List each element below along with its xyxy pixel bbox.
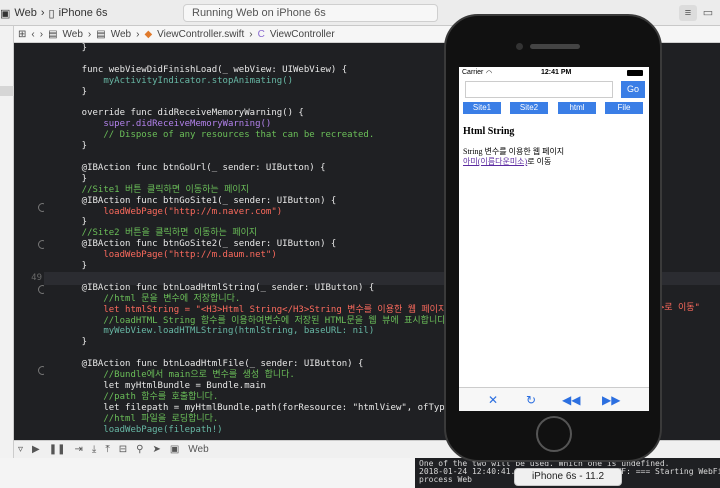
web-link[interactable]: 아미(이름다운미소)	[463, 157, 527, 166]
pause-icon[interactable]: ❚❚	[49, 444, 66, 455]
code-line: @IBAction func btnGoUrl(_ sender: UIButt…	[60, 162, 326, 173]
status-bar: Carrier ◠ 12:41 PM	[459, 67, 649, 79]
scheme-device: iPhone 6s	[58, 7, 108, 19]
chevron-right-icon: ›	[40, 7, 45, 19]
line-number: 49	[31, 273, 42, 283]
battery-icon	[627, 70, 643, 76]
swift-file-icon: ◆	[144, 28, 153, 40]
simulator-screen[interactable]: Carrier ◠ 12:41 PM Go Site1 Site2 html F…	[459, 67, 649, 411]
step-out-icon[interactable]: ⤒	[105, 444, 109, 455]
code-line: }	[60, 337, 88, 348]
site2-button[interactable]: Site2	[510, 102, 548, 114]
web-heading: Html String	[463, 126, 515, 137]
view-hierarchy-icon[interactable]: ⊟	[119, 444, 127, 455]
go-button[interactable]: Go	[621, 81, 645, 98]
chevron-icon: ›	[136, 28, 140, 40]
navigator-toggle-button[interactable]: ▭	[699, 5, 717, 21]
simulator-title: iPhone 6s - 11.2	[514, 468, 622, 486]
code-line: }	[60, 86, 88, 97]
forward-icon[interactable]: ›	[40, 29, 43, 40]
activity-status: Running Web on iPhone 6s	[183, 4, 438, 22]
speaker-grille	[530, 44, 580, 49]
clock-label: 12:41 PM	[541, 69, 572, 76]
url-input[interactable]	[465, 81, 613, 98]
web-toolbar: ✕ ↻ ◀◀ ▶▶	[459, 387, 649, 411]
code-line: }	[60, 261, 88, 271]
file-button[interactable]: File	[605, 102, 643, 114]
site1-button[interactable]: Site1	[463, 102, 501, 114]
back-icon[interactable]: ‹	[31, 29, 34, 40]
home-button[interactable]	[536, 416, 572, 452]
folder-icon: ▤	[96, 28, 106, 40]
chevron-icon: ›	[249, 28, 253, 40]
code-line: loadWebPage("http://m.daum.net")	[60, 250, 277, 261]
refresh-icon[interactable]: ↻	[523, 393, 539, 407]
editor-standard-button[interactable]: ≡	[679, 5, 697, 21]
navigator-selection[interactable]	[0, 86, 14, 96]
camera-icon	[516, 43, 523, 50]
fast-forward-icon[interactable]: ▶▶	[602, 393, 620, 407]
scheme-target: Web	[14, 7, 37, 19]
line-gutter: 49	[14, 43, 47, 440]
status-text: Running Web on iPhone 6s	[192, 7, 326, 19]
code-line: myActivityIndicator.stopAnimating()	[60, 75, 293, 86]
phone-icon: ▯	[48, 7, 55, 20]
app-icon: ▣	[0, 7, 11, 20]
jump-group[interactable]: Web	[111, 29, 131, 40]
wifi-icon: ◠	[486, 70, 493, 77]
navigator-strip	[0, 26, 14, 458]
code-line: }	[60, 141, 88, 152]
grid-icon[interactable]: ⊞	[18, 29, 26, 40]
debug-scheme: Web	[188, 444, 209, 455]
code-line: loadWebPage("http://m.naver.com")	[60, 206, 283, 217]
code-line: // Dispose of any resources that can be …	[60, 130, 375, 141]
web-body-text: String 변수를 이용한 웹 페이지	[463, 147, 565, 156]
code-line: myWebView.loadHTMLString(htmlString, bas…	[60, 326, 375, 337]
location-icon[interactable]: ➤	[152, 444, 160, 455]
stop-icon[interactable]: ✕	[485, 393, 501, 407]
html-button[interactable]: html	[558, 102, 596, 114]
web-link-line: 아미(이름다운미소)로 이동	[463, 157, 645, 167]
breakpoints-icon[interactable]: ▶	[32, 444, 40, 455]
jump-project[interactable]: Web	[63, 29, 83, 40]
code-line: loadWebPage(filepath!)	[60, 424, 223, 435]
app-icon: ▣	[169, 444, 180, 455]
memory-graph-icon[interactable]: ⚲	[136, 444, 143, 455]
code-line: }	[60, 43, 88, 53]
scheme-selector[interactable]: ▣ Web › ▯ iPhone 6s	[0, 5, 112, 21]
jump-file[interactable]: ViewController.swift	[157, 29, 244, 40]
step-in-icon[interactable]: ⤓	[92, 444, 96, 455]
web-view[interactable]: Html String String 변수를 이용한 웹 페이지 아미(이름다운…	[463, 122, 645, 382]
carrier-label: Carrier	[462, 69, 484, 76]
hide-debug-icon[interactable]: ▿	[18, 444, 23, 455]
jump-symbol[interactable]: ViewController	[270, 29, 335, 40]
web-link-tail: 로 이동	[527, 157, 552, 166]
iphone-simulator: Carrier ◠ 12:41 PM Go Site1 Site2 html F…	[444, 14, 662, 462]
class-icon: C	[257, 28, 265, 40]
rewind-icon[interactable]: ◀◀	[562, 393, 580, 407]
step-over-icon[interactable]: ⇥	[75, 444, 83, 455]
chevron-icon: ›	[87, 28, 92, 40]
folder-icon: ▤	[48, 28, 58, 40]
